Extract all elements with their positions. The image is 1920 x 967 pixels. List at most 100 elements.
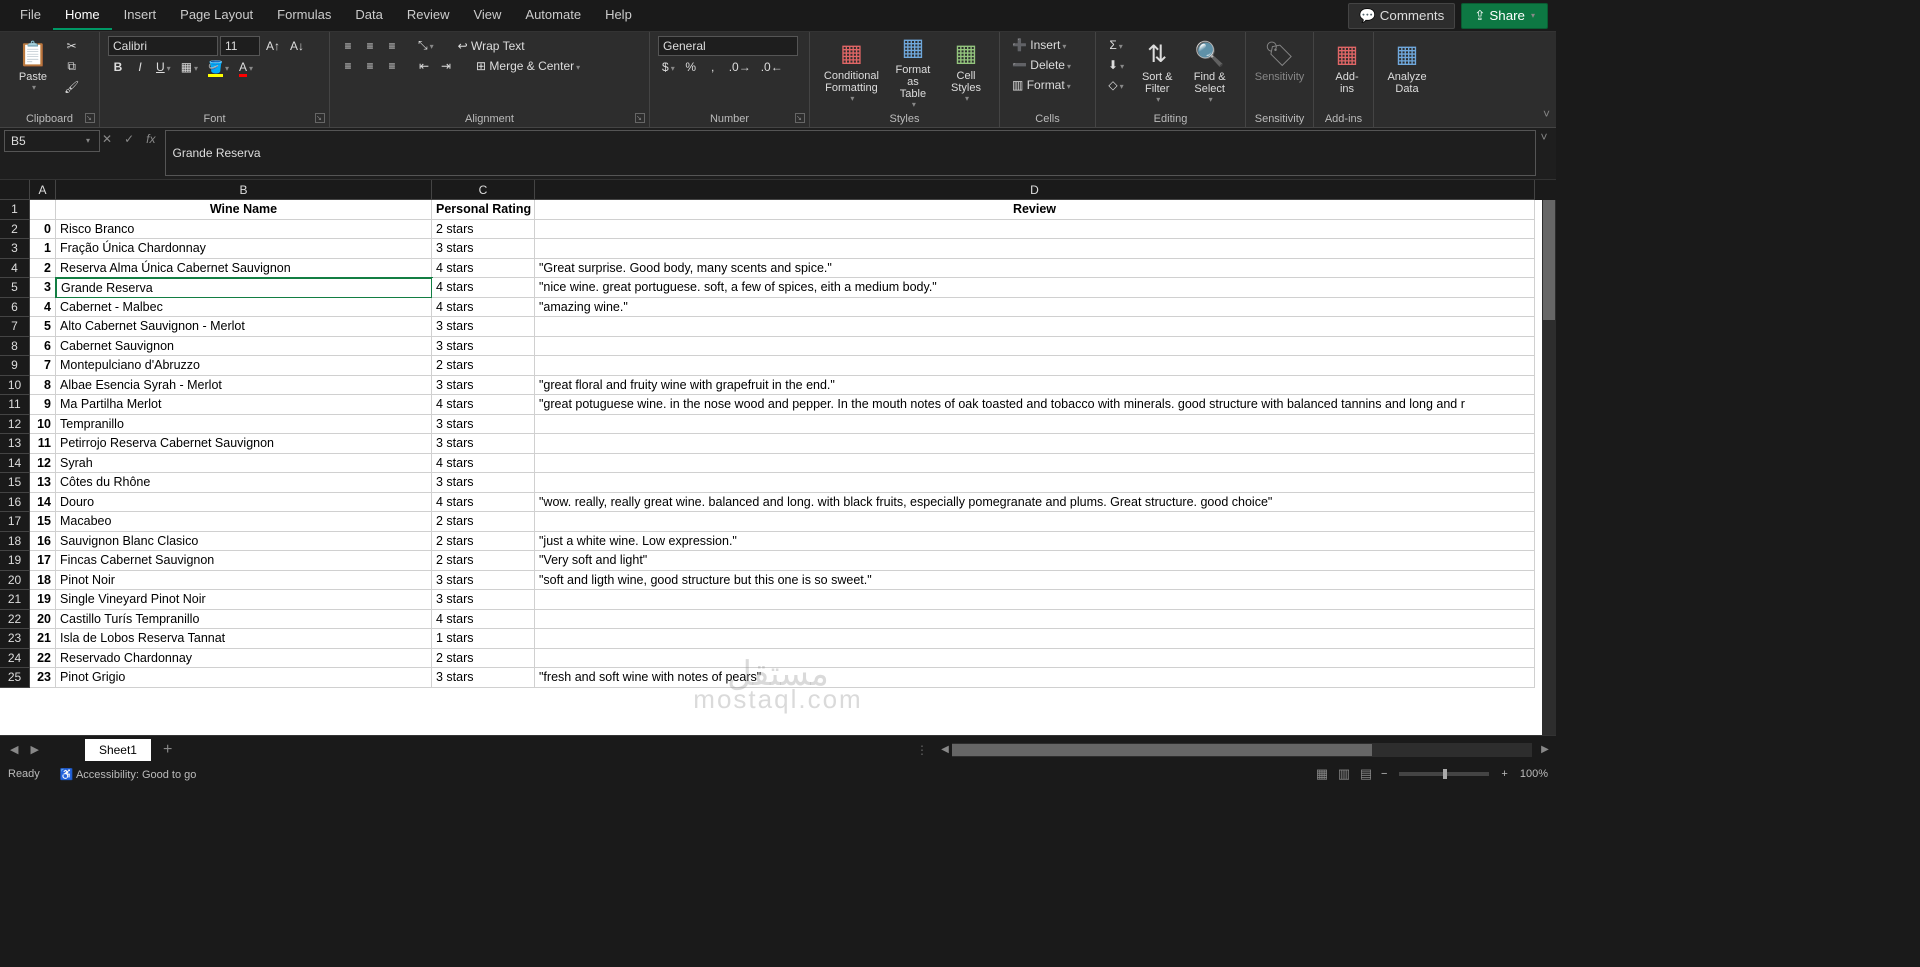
cell[interactable]: "nice wine. great portuguese. soft, a fe… <box>535 278 1535 298</box>
cell[interactable]: "wow. really, really great wine. balance… <box>535 493 1535 513</box>
row-header[interactable]: 25 <box>0 668 30 688</box>
cell[interactable]: 3 stars <box>432 376 535 396</box>
sort-filter-button[interactable]: ⇅Sort & Filter▾ <box>1132 36 1182 108</box>
decrease-font-button[interactable]: A↓ <box>286 37 308 55</box>
cell[interactable]: 11 <box>30 434 56 454</box>
cell[interactable]: 5 <box>30 317 56 337</box>
cell[interactable]: 14 <box>30 493 56 513</box>
copy-button[interactable]: ⧉ <box>60 57 83 76</box>
row-header[interactable]: 15 <box>0 473 30 493</box>
menu-tab-formulas[interactable]: Formulas <box>265 1 343 30</box>
format-as-table-button[interactable]: ▦Format as Table▾ <box>887 29 939 113</box>
analyze-data-button[interactable]: ▦Analyze Data <box>1382 36 1432 99</box>
percent-format-button[interactable]: % <box>681 58 701 76</box>
zoom-out-button[interactable]: − <box>1377 768 1391 780</box>
expand-formula-bar-button[interactable]: ˅ <box>1536 130 1552 144</box>
cell[interactable] <box>535 220 1535 240</box>
find-select-button[interactable]: 🔍Find & Select▾ <box>1182 36 1237 108</box>
row-header[interactable]: 5 <box>0 278 30 298</box>
normal-view-button[interactable]: ▦ <box>1311 765 1333 783</box>
cut-button[interactable]: ✂ <box>60 37 83 55</box>
cell[interactable]: Reservado Chardonnay <box>56 649 432 669</box>
cell[interactable]: 18 <box>30 571 56 591</box>
cell[interactable] <box>535 512 1535 532</box>
increase-decimal-button[interactable]: .0→ <box>725 58 755 76</box>
row-header[interactable]: 10 <box>0 376 30 396</box>
cell[interactable]: 4 stars <box>432 395 535 415</box>
row-header[interactable]: 21 <box>0 590 30 610</box>
menu-tab-data[interactable]: Data <box>343 1 394 30</box>
zoom-in-button[interactable]: + <box>1497 768 1511 780</box>
align-right-button[interactable]: ≡ <box>382 57 402 75</box>
cell[interactable] <box>535 590 1535 610</box>
cell[interactable]: 12 <box>30 454 56 474</box>
row-header[interactable]: 1 <box>0 200 30 220</box>
row-header[interactable]: 6 <box>0 298 30 318</box>
cell[interactable]: 21 <box>30 629 56 649</box>
cell[interactable]: 3 <box>30 278 56 298</box>
orientation-button[interactable]: ⤡▾ <box>414 36 438 55</box>
cell[interactable]: 3 stars <box>432 337 535 357</box>
cancel-formula-button[interactable]: ✕ <box>98 130 116 148</box>
cell[interactable]: 2 stars <box>432 512 535 532</box>
row-header[interactable]: 14 <box>0 454 30 474</box>
accessibility-status[interactable]: ♿ Accessibility: Good to go <box>60 768 197 781</box>
cell[interactable]: 4 stars <box>432 493 535 513</box>
cell[interactable] <box>535 337 1535 357</box>
font-size-select[interactable] <box>220 36 260 56</box>
cell[interactable]: 3 stars <box>432 239 535 259</box>
bold-button[interactable]: B <box>108 58 128 76</box>
cell[interactable] <box>535 473 1535 493</box>
menu-tab-page-layout[interactable]: Page Layout <box>168 1 265 30</box>
underline-button[interactable]: U▾ <box>152 58 175 76</box>
menu-tab-insert[interactable]: Insert <box>112 1 169 30</box>
cell[interactable]: 8 <box>30 376 56 396</box>
zoom-level[interactable]: 100% <box>1520 768 1548 780</box>
cell[interactable] <box>535 317 1535 337</box>
formula-bar[interactable] <box>165 130 1536 176</box>
align-top-button[interactable]: ≡ <box>338 37 358 55</box>
font-name-select[interactable] <box>108 36 218 56</box>
delete-cells-button[interactable]: ➖ Delete▾ <box>1008 56 1087 74</box>
cell[interactable]: Macabeo <box>56 512 432 532</box>
font-color-button[interactable]: A▾ <box>235 58 257 76</box>
fill-button[interactable]: ⬇▾ <box>1104 56 1128 74</box>
format-cells-button[interactable]: ▥ Format▾ <box>1008 76 1087 94</box>
cell[interactable]: 13 <box>30 473 56 493</box>
cell[interactable]: Cabernet - Malbec <box>56 298 432 318</box>
cell[interactable]: 3 stars <box>432 415 535 435</box>
cell[interactable]: 0 <box>30 220 56 240</box>
cell[interactable]: 3 stars <box>432 434 535 454</box>
number-format-select[interactable] <box>658 36 798 56</box>
cell[interactable] <box>535 454 1535 474</box>
cell[interactable] <box>535 415 1535 435</box>
cell[interactable]: 4 stars <box>432 610 535 630</box>
addins-button[interactable]: ▦Add-ins <box>1322 36 1372 99</box>
cell[interactable]: 2 stars <box>432 649 535 669</box>
menu-tab-help[interactable]: Help <box>593 1 644 30</box>
cell[interactable]: "soft and ligth wine, good structure but… <box>535 571 1535 591</box>
cell[interactable]: Côtes du Rhône <box>56 473 432 493</box>
prev-sheet-button[interactable]: ◀ <box>4 743 24 756</box>
cell[interactable]: Review <box>535 200 1535 220</box>
cell[interactable]: 2 stars <box>432 551 535 571</box>
cell[interactable]: 7 <box>30 356 56 376</box>
menu-tab-review[interactable]: Review <box>395 1 462 30</box>
dialog-launcher-icon[interactable]: ↘ <box>635 113 645 123</box>
cell[interactable] <box>535 610 1535 630</box>
cell[interactable]: 20 <box>30 610 56 630</box>
enter-formula-button[interactable]: ✓ <box>120 130 138 148</box>
vertical-scrollbar[interactable] <box>1542 200 1556 735</box>
cell[interactable]: 3 stars <box>432 473 535 493</box>
decrease-indent-button[interactable]: ⇤ <box>414 57 434 75</box>
menu-tab-automate[interactable]: Automate <box>513 1 593 30</box>
cell[interactable]: Albae Esencia Syrah - Merlot <box>56 376 432 396</box>
italic-button[interactable]: I <box>130 58 150 76</box>
borders-button[interactable]: ▦▾ <box>177 58 202 76</box>
cell[interactable]: 4 stars <box>432 454 535 474</box>
row-header[interactable]: 9 <box>0 356 30 376</box>
align-center-button[interactable]: ≡ <box>360 57 380 75</box>
cell[interactable]: Wine Name <box>56 200 432 220</box>
cell[interactable]: 4 stars <box>432 278 535 298</box>
share-button[interactable]: ⇪Share▾ <box>1461 3 1548 29</box>
